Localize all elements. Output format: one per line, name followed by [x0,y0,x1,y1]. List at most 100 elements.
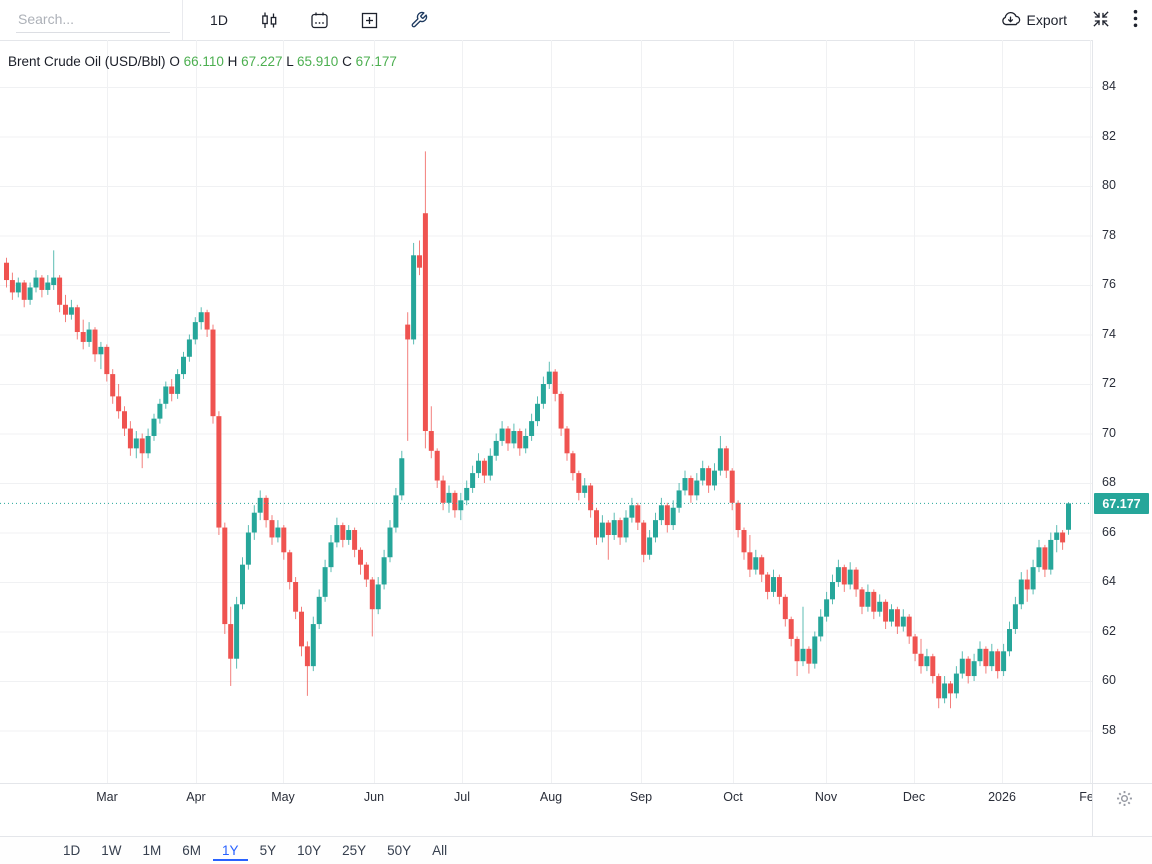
candle-body [759,557,764,574]
toolbar-right-group: Export [994,5,1152,36]
candle-body [842,567,847,584]
price-axis[interactable]: 67.177 8482807876747270686664626058 [1092,40,1152,836]
interval-button[interactable]: 1D [205,6,233,34]
range-button-25y[interactable]: 25Y [333,841,375,861]
candle-body [4,263,9,280]
price-tick-label: 84 [1102,79,1116,93]
candle-body [81,332,86,342]
time-tick-label: May [260,790,306,804]
more-menu-button[interactable] [1129,5,1142,35]
candle-body [287,552,292,582]
candle-body [364,565,369,580]
range-button-5y[interactable]: 5Y [251,841,286,861]
chart-settings-button[interactable] [1114,788,1135,812]
symbol-search [16,7,170,33]
time-tick-label: Dec [891,790,937,804]
candle-body [671,508,676,525]
candle-body [860,589,865,606]
candle-body [871,592,876,612]
candle-body [989,651,994,666]
candle-body [228,624,233,659]
candle-body [966,659,971,676]
candle-body [694,481,699,496]
range-button-6m[interactable]: 6M [173,841,210,861]
candle-body [187,339,192,356]
candle-body [358,550,363,565]
candle-body [824,599,829,616]
candle-body [1048,540,1053,570]
chart-canvas [0,40,1092,783]
candle-body [995,651,1000,671]
candle-body [28,287,33,299]
candle-body [924,656,929,666]
candle-body [724,448,729,470]
candle-body [199,312,204,322]
candle-body [323,567,328,597]
price-tick-label: 74 [1102,327,1116,341]
candle-body [317,597,322,624]
candle-body [517,431,522,448]
add-indicator-button[interactable] [355,6,383,34]
export-label: Export [1027,12,1067,28]
chart-type-button[interactable] [255,6,283,34]
candle-body [848,570,853,585]
candle-body [919,654,924,666]
candle-body [447,493,452,503]
candle-body [535,404,540,421]
candle-body [63,305,68,315]
range-button-50y[interactable]: 50Y [378,841,420,861]
candle-body [688,478,693,495]
candlestick-chart[interactable]: Brent Crude Oil (USD/Bbl) O 66.110 H 67.… [0,40,1092,783]
candle-body [818,617,823,637]
candle-body [753,557,758,569]
candle-body [730,471,735,503]
candle-body [683,478,688,490]
range-button-all[interactable]: All [423,841,456,861]
wrench-icon [410,11,428,29]
search-input[interactable] [16,7,170,33]
candle-body [942,683,947,698]
date-range-button[interactable] [305,6,333,34]
candle-body [1054,533,1059,540]
candle-body [270,520,275,537]
charting-app: 1D [0,0,1152,864]
collapse-button[interactable] [1087,5,1115,36]
range-button-1d[interactable]: 1D [54,841,89,861]
collapse-arrows-icon [1091,9,1111,32]
range-button-10y[interactable]: 10Y [288,841,330,861]
legend-open-label: O [169,54,180,69]
range-button-1m[interactable]: 1M [134,841,171,861]
candle-body [907,617,912,637]
range-button-1w[interactable]: 1W [92,841,130,861]
range-button-1y[interactable]: 1Y [213,841,248,861]
candle-body [972,661,977,676]
candle-body [346,530,351,540]
candle-body [128,429,133,449]
candle-body [205,312,210,329]
candle-body [718,448,723,470]
candle-body [252,513,257,533]
time-tick-label: Apr [173,790,219,804]
time-tick-label: Jun [351,790,397,804]
candle-body [582,485,587,492]
candle-body [930,656,935,676]
candle-body [258,498,263,513]
candle-body [146,436,151,453]
export-button[interactable]: Export [994,8,1073,32]
legend-close-value: 67.177 [356,54,397,69]
candle-body [305,646,310,666]
time-axis[interactable]: MarAprMayJunJulAugSepOctNovDec2026Feb [0,783,1092,837]
candle-body [45,283,50,290]
candle-body [423,213,428,431]
price-tick-label: 70 [1102,426,1116,440]
tools-button[interactable] [405,6,433,34]
candle-body [1007,629,1012,651]
candle-body [352,530,357,550]
candle-body [116,396,121,411]
candle-body [411,255,416,339]
calendar-icon [310,11,329,30]
candle-body [441,481,446,503]
time-tick-label: Feb [1067,790,1092,804]
candle-body [506,429,511,444]
price-tick-label: 82 [1102,129,1116,143]
